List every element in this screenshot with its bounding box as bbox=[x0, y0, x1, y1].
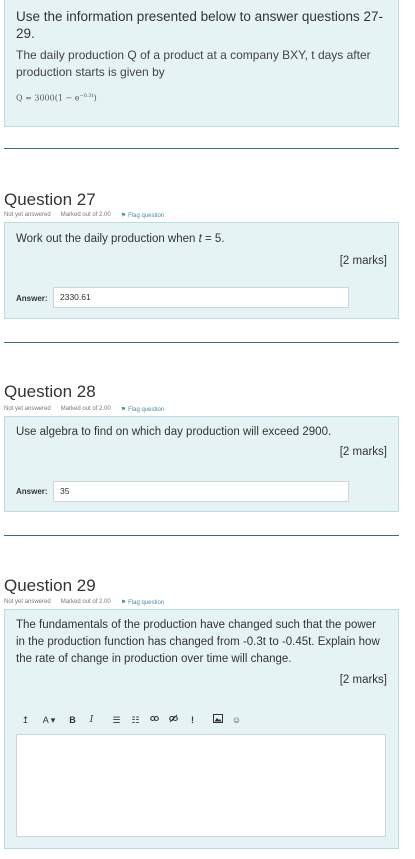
editor-toolbar: ↥ A ▾ B I ☰ ☷ ! ☺ bbox=[16, 711, 376, 729]
question-29-answer-editor[interactable] bbox=[16, 734, 386, 837]
question-marked: Marked out of 2.00 bbox=[60, 212, 111, 218]
divider bbox=[4, 342, 399, 343]
question-status: Not yet answered bbox=[4, 599, 51, 605]
flag-question-link[interactable]: ⚑ Flag question bbox=[120, 599, 164, 607]
link-icon[interactable] bbox=[145, 711, 164, 729]
question-28-info: Not yet answered Marked out of 2.00 ⚑ Fla… bbox=[4, 406, 164, 413]
question-29-title: Question 29 bbox=[4, 576, 96, 595]
undo-icon[interactable]: ↥ bbox=[16, 711, 35, 729]
italic-button[interactable]: I bbox=[82, 711, 101, 729]
question-27-box: Work out the daily production when t = 5… bbox=[4, 222, 399, 319]
info-panel: Use the information presented below to a… bbox=[4, 0, 399, 127]
question-29-marks: [2 marks] bbox=[339, 674, 387, 686]
question-27-marks: [2 marks] bbox=[339, 255, 387, 267]
flag-icon: ⚑ bbox=[120, 407, 127, 413]
flag-question-link[interactable]: ⚑ Flag question bbox=[120, 212, 164, 220]
unlink-icon[interactable] bbox=[164, 711, 183, 729]
question-27-answer-input[interactable]: 2330.61 bbox=[53, 287, 349, 308]
question-29-box: The fundamentals of the production have … bbox=[4, 609, 399, 849]
question-27-info: Not yet answered Marked out of 2.00 ⚑ Fla… bbox=[4, 212, 164, 219]
ordered-list-icon[interactable]: ☷ bbox=[126, 711, 145, 729]
flag-icon: ⚑ bbox=[120, 213, 127, 219]
font-dropdown-button[interactable]: A ▾ bbox=[35, 711, 63, 729]
question-marked: Marked out of 2.00 bbox=[60, 599, 111, 605]
question-28-answer-input[interactable]: 35 bbox=[53, 481, 349, 502]
bold-button[interactable]: B bbox=[63, 711, 82, 729]
question-marked: Marked out of 2.00 bbox=[60, 406, 111, 412]
formula: Q = 3000(1 − e−0.3t) bbox=[16, 93, 97, 103]
flag-question-link[interactable]: ⚑ Flag question bbox=[120, 406, 164, 414]
answer-label: Answer: bbox=[16, 487, 48, 496]
image-icon[interactable] bbox=[208, 711, 227, 729]
question-27-text: Work out the daily production when t = 5… bbox=[16, 233, 225, 245]
special-char-button[interactable]: ! bbox=[183, 711, 202, 729]
info-title: Use the information presented below to a… bbox=[16, 9, 383, 41]
question-status: Not yet answered bbox=[4, 406, 51, 412]
info-text: The daily production Q of a product at a… bbox=[16, 48, 371, 79]
emoticon-icon[interactable]: ☺ bbox=[227, 711, 246, 729]
unordered-list-icon[interactable]: ☰ bbox=[107, 711, 126, 729]
question-29-info: Not yet answered Marked out of 2.00 ⚑ Fla… bbox=[4, 599, 164, 606]
flag-icon: ⚑ bbox=[120, 600, 127, 606]
question-27-title: Question 27 bbox=[4, 190, 96, 209]
question-28-box: Use algebra to find on which day product… bbox=[4, 416, 399, 512]
divider bbox=[4, 148, 399, 149]
question-29-text: The fundamentals of the production have … bbox=[16, 619, 380, 665]
question-28-marks: [2 marks] bbox=[339, 446, 387, 458]
answer-label: Answer: bbox=[16, 294, 48, 303]
question-status: Not yet answered bbox=[4, 212, 51, 218]
question-28-text: Use algebra to find on which day product… bbox=[16, 426, 332, 438]
question-28-title: Question 28 bbox=[4, 382, 96, 401]
divider bbox=[4, 535, 399, 536]
